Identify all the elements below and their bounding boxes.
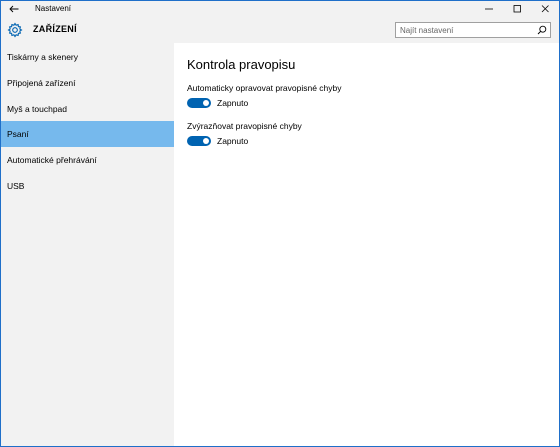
sidebar-item-mouse-touchpad[interactable]: Myš a touchpad <box>1 96 174 122</box>
autocorrect-state: Zapnuto <box>217 98 249 108</box>
autocorrect-toggle[interactable] <box>187 98 211 108</box>
sidebar-item-label: Myš a touchpad <box>7 104 68 114</box>
autocorrect-label: Automaticky opravovat pravopisné chyby <box>187 83 342 93</box>
close-icon <box>541 5 549 13</box>
maximize-icon <box>513 5 521 13</box>
search-icon[interactable] <box>537 25 547 35</box>
toggle-knob <box>203 138 209 144</box>
back-arrow-icon <box>9 5 19 13</box>
toggle-knob <box>203 100 209 106</box>
sidebar-item-typing[interactable]: Psaní <box>1 121 174 147</box>
back-button[interactable] <box>1 1 27 17</box>
minimize-button[interactable] <box>475 1 503 17</box>
window-title: Nastavení <box>35 4 72 13</box>
sidebar-item-autoplay[interactable]: Automatické přehrávání <box>1 147 174 173</box>
highlight-misspelled-toggle[interactable] <box>187 136 211 146</box>
sidebar-item-label: Psaní <box>7 129 29 139</box>
main-content: Kontrola pravopisu Automaticky opravovat… <box>174 43 559 446</box>
maximize-button[interactable] <box>503 1 531 17</box>
search-input[interactable] <box>400 23 530 37</box>
sidebar-item-label: Připojená zařízení <box>7 78 76 88</box>
sidebar-item-label: Automatické přehrávání <box>7 155 97 165</box>
minimize-icon <box>485 8 493 10</box>
close-button[interactable] <box>531 1 559 17</box>
highlight-misspelled-state: Zapnuto <box>217 136 249 146</box>
settings-window: Nastavení ZAŘÍZENÍ Najít nastavení Tiská… <box>0 0 560 447</box>
sidebar-item-connected-devices[interactable]: Připojená zařízení <box>1 70 174 96</box>
page-title: ZAŘÍZENÍ <box>33 24 77 34</box>
highlight-misspelled-label: Zvýrazňovat pravopisné chyby <box>187 121 302 131</box>
sidebar: Tiskárny a skenery Připojená zařízení My… <box>1 43 174 446</box>
sidebar-item-label: Tiskárny a skenery <box>7 52 79 62</box>
sidebar-item-printers-scanners[interactable]: Tiskárny a skenery <box>1 44 174 70</box>
gear-icon <box>7 22 23 38</box>
title-bar: Nastavení <box>1 1 559 17</box>
window-controls <box>475 1 559 17</box>
search-box[interactable] <box>395 22 551 38</box>
section-title: Kontrola pravopisu <box>187 57 296 72</box>
sidebar-item-usb[interactable]: USB <box>1 173 174 199</box>
sidebar-item-label: USB <box>7 181 25 191</box>
